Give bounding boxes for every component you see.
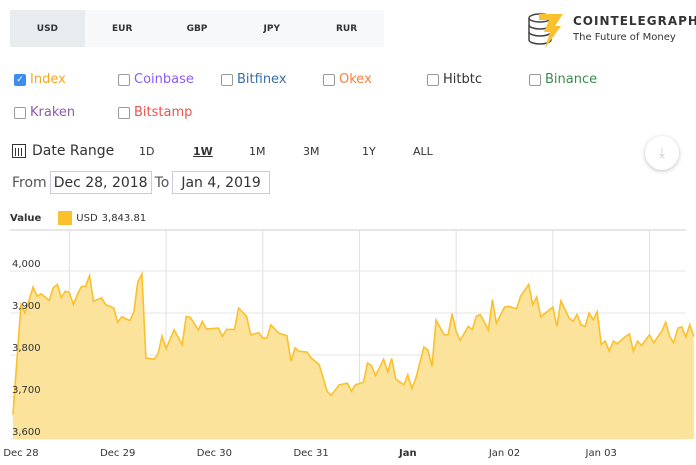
x-tick-label: Dec 31	[293, 448, 328, 459]
x-tick-label: Dec 29	[100, 448, 135, 459]
y-tick-label: 4,000	[12, 259, 41, 270]
x-tick-label: Jan 03	[585, 448, 617, 459]
x-tick-label: Jan 02	[488, 448, 520, 459]
area-fill	[12, 273, 694, 439]
price-chart: 3,600 3,700 3,800 3,900 4,000 Dec 28 Dec 29 Dec…	[3, 229, 695, 459]
y-tick-label: 3,800	[12, 343, 41, 354]
y-tick-label: 3,600	[12, 427, 41, 438]
y-tick-label: 3,700	[12, 385, 41, 396]
x-tick-label: Dec 30	[197, 448, 232, 459]
y-tick-label: 3,900	[12, 301, 41, 312]
x-tick-label: Dec 28	[3, 448, 38, 459]
x-tick-label: Jan	[398, 448, 417, 459]
